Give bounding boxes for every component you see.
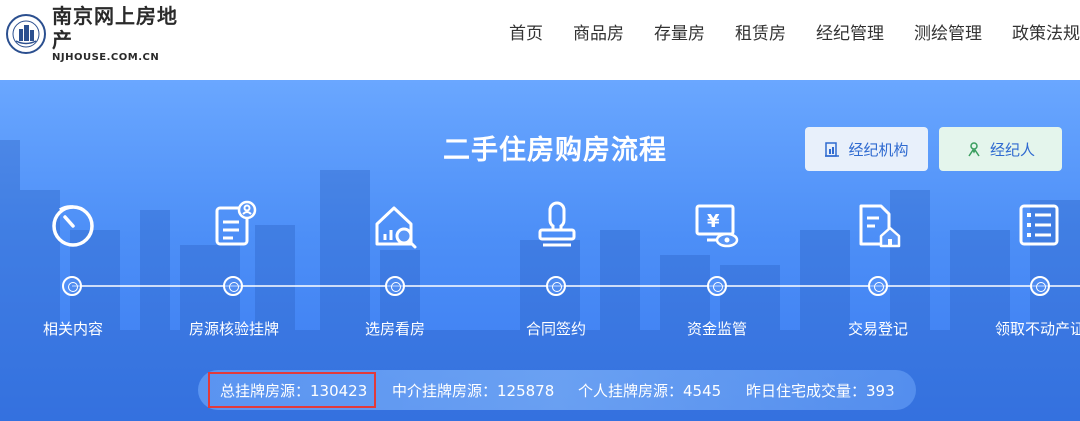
- banner-title: 二手住房购房流程: [443, 135, 667, 166]
- timeline-node[interactable]: [62, 276, 82, 296]
- site-header: 南京网上房地产 NJHOUSE.COM.CN 首页 商品房 存量房 租赁房 经纪…: [0, 0, 1080, 80]
- timeline-node[interactable]: [1030, 276, 1050, 296]
- verify-document-icon: [215, 200, 257, 246]
- nav-policies[interactable]: 政策法规: [1012, 20, 1080, 48]
- main-nav: 首页 商品房 存量房 租赁房 经纪管理 测绘管理 政策法规: [479, 20, 1080, 48]
- stat-yesterday-deals: 昨日住宅成交量：393: [746, 382, 895, 400]
- site-domain: NJHOUSE.COM.CN: [52, 52, 160, 63]
- timer-icon: [52, 205, 94, 247]
- timeline-node[interactable]: [707, 276, 727, 296]
- timeline-node[interactable]: [868, 276, 888, 296]
- building-chart-icon: [825, 142, 840, 157]
- checklist-icon: [1019, 204, 1059, 246]
- nav-surveying[interactable]: 测绘管理: [914, 20, 982, 48]
- timeline-node[interactable]: [385, 276, 405, 296]
- nav-home[interactable]: 首页: [509, 20, 543, 48]
- total-listings-highlight-box: [208, 372, 376, 408]
- agency-button-label: 经纪机构: [848, 140, 909, 159]
- fund-monitor-icon: ¥: [695, 204, 739, 248]
- stamp-icon: [538, 201, 576, 247]
- nav-new-homes[interactable]: 商品房: [573, 20, 624, 48]
- timeline-node[interactable]: [546, 276, 566, 296]
- stat-personal-listings: 个人挂牌房源：4545: [578, 382, 722, 400]
- step-label-listing-verify[interactable]: 房源核验挂牌: [189, 318, 279, 339]
- agency-button[interactable]: 经纪机构: [805, 127, 928, 171]
- stat-agency-listings: 中介挂牌房源：125878: [392, 382, 555, 400]
- step-label-certificate[interactable]: 领取不动产证: [995, 318, 1080, 339]
- agent-button-label: 经纪人: [989, 140, 1035, 159]
- process-banner: 二手住房购房流程 经纪机构 经纪人 ¥ 相关内容 房源核验挂牌 选房看房 合同签…: [0, 80, 1080, 421]
- person-icon: [968, 142, 980, 157]
- nav-brokerage[interactable]: 经纪管理: [816, 20, 884, 48]
- site-logo[interactable]: 南京网上房地产 NJHOUSE.COM.CN: [6, 4, 196, 63]
- step-label-contract[interactable]: 合同签约: [526, 318, 586, 339]
- svg-text:¥: ¥: [707, 211, 720, 232]
- step-label-fund-supervision[interactable]: 资金监管: [687, 318, 747, 339]
- step-label-registration[interactable]: 交易登记: [848, 318, 908, 339]
- site-name: 南京网上房地产: [52, 4, 178, 52]
- registration-document-icon: [859, 204, 901, 248]
- step-label-related[interactable]: 相关内容: [43, 318, 103, 339]
- house-search-icon: [375, 206, 417, 249]
- timeline-node[interactable]: [223, 276, 243, 296]
- agent-button[interactable]: 经纪人: [939, 127, 1062, 171]
- nav-existing-homes[interactable]: 存量房: [654, 20, 705, 48]
- logo-seal-icon: [6, 14, 46, 54]
- step-label-viewing[interactable]: 选房看房: [365, 318, 425, 339]
- nav-rentals[interactable]: 租赁房: [735, 20, 786, 48]
